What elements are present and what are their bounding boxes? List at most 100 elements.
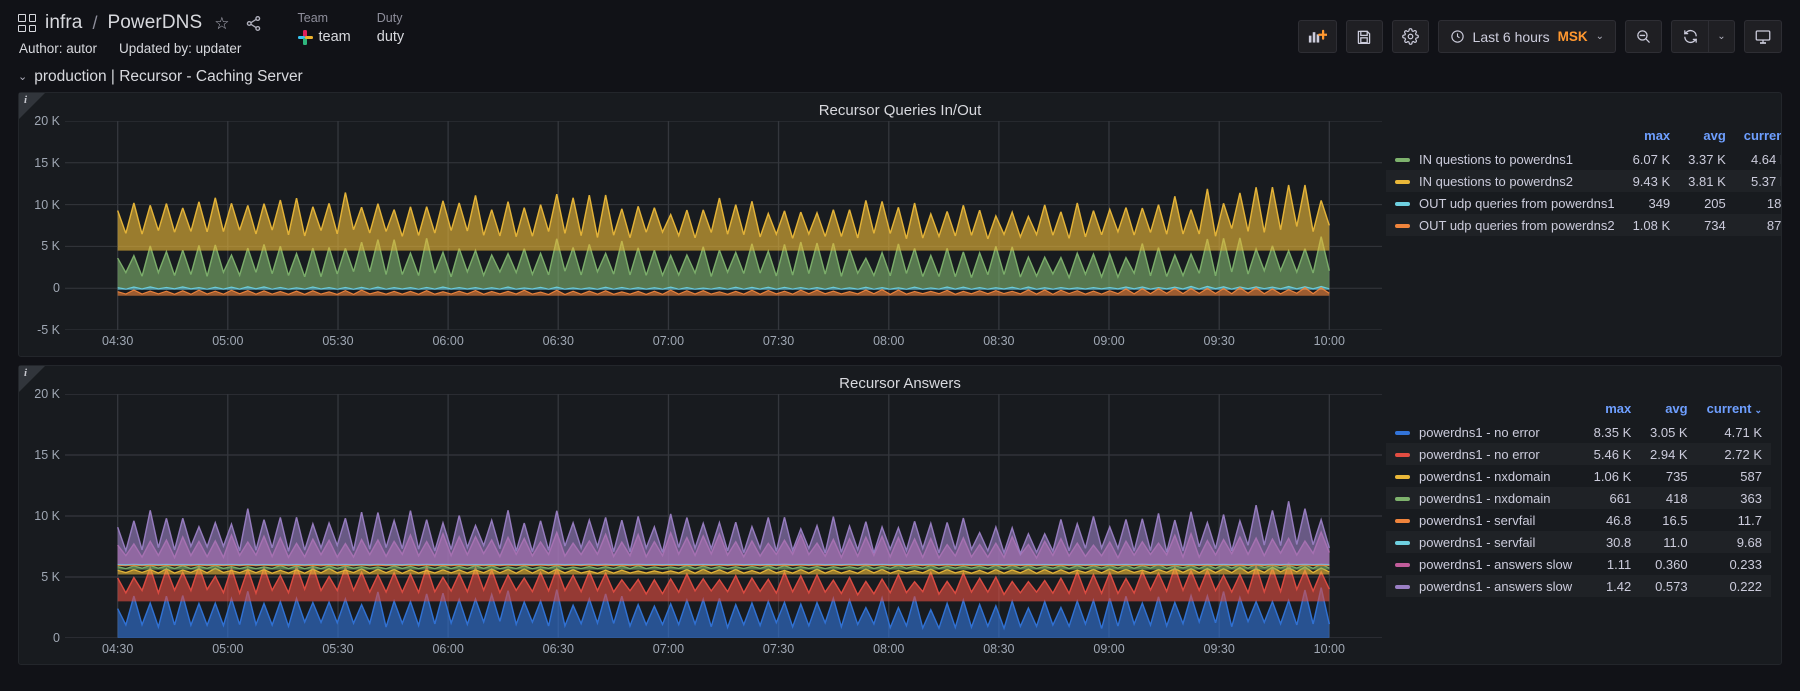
legend-value-avg: 735 <box>1665 468 1688 484</box>
legend-color-swatch[interactable] <box>1395 585 1410 590</box>
legend-value-max: 1.06 K <box>1593 468 1632 484</box>
legend-series-label[interactable]: powerdns1 - nxdomain <box>1386 487 1584 509</box>
add-panel-icon[interactable] <box>1297 20 1337 53</box>
legend-row[interactable]: OUT udp queries from powerdns2 1.08 K 734 8… <box>1386 214 1781 236</box>
y-axis-tick: 0 <box>53 281 60 296</box>
legend-color-swatch[interactable] <box>1395 180 1410 185</box>
x-axis-tick: 05:00 <box>212 642 244 656</box>
time-range-picker[interactable]: Last 6 hours MSK ⌄ <box>1437 20 1616 53</box>
legend-series-label[interactable]: OUT udp queries from powerdns2 <box>1386 214 1624 236</box>
legend-value-avg: 205 <box>1704 195 1726 211</box>
tv-mode-icon[interactable] <box>1744 20 1782 53</box>
breadcrumb-dashboard[interactable]: PowerDNS <box>107 12 202 34</box>
legend-series-label[interactable]: powerdns1 - answers slow <box>1386 553 1584 575</box>
legend-row[interactable]: powerdns1 - nxdomain 661 418 363 <box>1386 487 1771 509</box>
legend-series-label[interactable]: OUT udp queries from powerdns1 <box>1386 192 1624 214</box>
legend-series-label[interactable]: powerdns1 - servfail <box>1386 509 1584 531</box>
y-axis-tick: 20 K <box>34 114 60 128</box>
legend-value-avg: 16.5 <box>1662 512 1688 528</box>
plot-area-answers[interactable]: 20 K 15 K 10 K 5 K 0 04:30 05:00 05:30 06:00 06:… <box>19 387 1386 660</box>
legend-row[interactable]: powerdns1 - servfail 46.8 16.5 11.7 <box>1386 509 1771 531</box>
meta-team-value[interactable]: team <box>297 29 351 46</box>
legend-row[interactable]: powerdns1 - no error 5.46 K 2.94 K 2.72 K <box>1386 443 1771 465</box>
legend-color-swatch[interactable] <box>1395 475 1410 480</box>
legend-header-max[interactable]: max <box>1624 125 1680 148</box>
legend-series-label[interactable]: powerdns1 - servfail <box>1386 531 1584 553</box>
dashboard-settings-icon[interactable] <box>1391 20 1429 53</box>
legend-row[interactable]: OUT udp queries from powerdns1 349 205 188 <box>1386 192 1781 214</box>
plot-canvas[interactable] <box>65 394 1382 638</box>
y-axis-tick: 15 K <box>34 155 60 170</box>
legend-row[interactable]: powerdns1 - servfail 30.8 11.0 9.68 <box>1386 531 1771 553</box>
legend-value-current: 9.68 <box>1696 531 1771 553</box>
meta-duty: Duty duty <box>377 11 404 46</box>
legend-value-max: 8.35 K <box>1593 424 1632 440</box>
legend-value-avg: 2.94 K <box>1640 443 1697 465</box>
legend-color-swatch[interactable] <box>1395 563 1410 568</box>
legend-row[interactable]: powerdns1 - answers slow 1.11 0.360 0.233 <box>1386 553 1771 575</box>
legend-value-max: 349 <box>1648 195 1671 211</box>
legend-value-max: 1.08 K <box>1623 214 1680 236</box>
refresh-icon[interactable] <box>1671 20 1708 53</box>
x-axis-tick: 09:00 <box>1093 334 1125 348</box>
legend-row[interactable]: powerdns1 - no error 8.35 K 3.05 K 4.71 K <box>1386 421 1771 443</box>
legend-color-swatch[interactable] <box>1395 202 1410 207</box>
legend-row[interactable]: powerdns1 - nxdomain 1.06 K 735 587 <box>1386 465 1771 487</box>
legend-row[interactable]: powerdns1 - answers slow 1.42 0.573 0.222 <box>1386 575 1771 597</box>
x-axis-tick: 05:30 <box>322 642 354 656</box>
legend-series-label[interactable]: IN questions to powerdns2 <box>1386 170 1624 192</box>
y-axis-tick: 10 K <box>34 509 60 523</box>
legend-header-current[interactable]: current <box>1735 125 1781 148</box>
y-axis-tick: 20 K <box>34 387 60 401</box>
legend-color-swatch[interactable] <box>1395 453 1410 458</box>
x-axis-tick: 10:00 <box>1313 334 1345 348</box>
legend-series-label[interactable]: powerdns1 - no error <box>1386 443 1584 465</box>
refresh-interval-dropdown[interactable]: ⌄ <box>1708 20 1735 53</box>
legend-header-avg[interactable]: avg <box>1640 398 1696 421</box>
save-dashboard-icon[interactable] <box>1345 20 1383 53</box>
legend-value-avg: 734 <box>1679 214 1735 236</box>
zoom-out-icon[interactable] <box>1625 20 1662 53</box>
y-axis-tick: 10 K <box>34 197 60 212</box>
x-axis-tick: 04:30 <box>102 642 134 656</box>
legend-answers: max avg current ⌄ powerdns1 - no error 8.35 K… <box>1386 394 1781 660</box>
panel-recursor-queries-in-out: i Recursor Queries In/Out 20 K 15 K 10 K 5 … <box>18 92 1782 357</box>
legend-series-label[interactable]: powerdns1 - answers slow <box>1386 575 1584 597</box>
legend-value-avg: 0.573 <box>1640 575 1697 597</box>
plot-area-queries[interactable]: 20 K 15 K 10 K 5 K 0 -5 K 04:30 05:00 05:30 06:0… <box>19 114 1386 352</box>
legend-value-current: 0.233 <box>1729 556 1762 572</box>
legend-color-swatch[interactable] <box>1395 224 1410 229</box>
meta-team-text: team <box>318 29 351 45</box>
legend-value-current: 11.7 <box>1737 512 1762 528</box>
meta-team-label: Team <box>297 11 329 25</box>
legend-header-current[interactable]: current ⌄ <box>1697 398 1771 421</box>
legend-header-avg[interactable]: avg <box>1679 125 1735 148</box>
dashboards-grid-icon[interactable] <box>18 14 36 32</box>
legend-value-current: 363 <box>1696 487 1771 509</box>
dashboard-row-header[interactable]: ⌄ production | Recursor - Caching Server <box>0 62 1800 90</box>
star-icon[interactable]: ☆ <box>211 15 232 32</box>
legend-color-swatch[interactable] <box>1395 541 1410 546</box>
legend-color-swatch[interactable] <box>1395 158 1410 163</box>
legend-color-swatch[interactable] <box>1395 431 1410 436</box>
top-navigation-bar: infra / PowerDNS ☆ Author: autor Updated… <box>0 0 1800 62</box>
legend-value-max: 5.46 K <box>1583 443 1641 465</box>
refresh-control-group: ⌄ <box>1671 20 1735 53</box>
legend-header-max[interactable]: max <box>1584 398 1640 421</box>
panel-container: i Recursor Queries In/Out 20 K 15 K 10 K 5 … <box>0 90 1800 665</box>
chevron-down-icon: ⌄ <box>18 71 28 83</box>
legend-color-swatch[interactable] <box>1395 497 1410 502</box>
x-axis-tick: 07:30 <box>762 642 795 656</box>
legend-series-label[interactable]: powerdns1 - nxdomain <box>1386 465 1584 487</box>
share-nodes-icon[interactable] <box>242 15 265 32</box>
legend-row[interactable]: IN questions to powerdns2 9.43 K 3.81 K 5.3… <box>1386 170 1781 192</box>
legend-color-swatch[interactable] <box>1395 519 1410 524</box>
breadcrumb-folder[interactable]: infra <box>45 12 82 34</box>
plot-canvas[interactable] <box>65 121 1382 330</box>
legend-series-label[interactable]: IN questions to powerdns1 <box>1386 148 1624 170</box>
legend-value-current: 4.64 K <box>1750 151 1781 167</box>
legend-series-label[interactable]: powerdns1 - no error <box>1386 421 1584 443</box>
x-axis-tick: 06:30 <box>542 334 574 348</box>
legend-value-avg: 3.81 K <box>1679 170 1735 192</box>
legend-row[interactable]: IN questions to powerdns1 6.07 K 3.37 K 4.6… <box>1386 148 1781 170</box>
